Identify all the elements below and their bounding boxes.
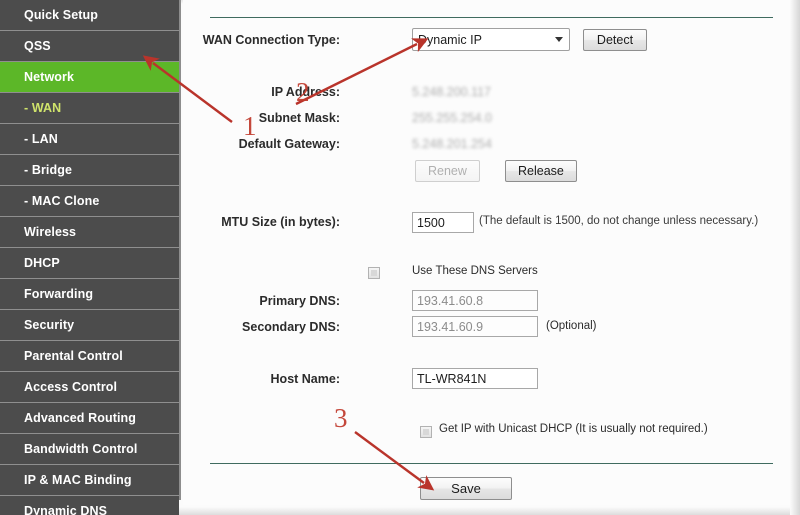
sidebar-item-label: DHCP bbox=[24, 256, 60, 270]
secondary-dns-input[interactable] bbox=[412, 316, 538, 337]
primary-dns-input[interactable] bbox=[412, 290, 538, 311]
ip-address-label: IP Address: bbox=[271, 85, 340, 99]
sidebar-item-label: Network bbox=[24, 70, 75, 84]
sidebar-item-qss[interactable]: QSS bbox=[0, 31, 179, 62]
sidebar-item-label: Dynamic DNS bbox=[24, 504, 108, 515]
sidebar-item-label: - WAN bbox=[24, 101, 62, 115]
sidebar-item-parental-control[interactable]: Parental Control bbox=[0, 341, 179, 372]
sidebar-item-label: Forwarding bbox=[24, 287, 94, 301]
sidebar-item-ip-mac-binding[interactable]: IP & MAC Binding bbox=[0, 465, 179, 496]
use-dns-servers-label: Use These DNS Servers bbox=[412, 265, 538, 277]
sidebar-item-label: Wireless bbox=[24, 225, 77, 239]
ip-address-value: 5.248.200.117 bbox=[412, 85, 492, 99]
host-name-input[interactable] bbox=[412, 368, 538, 389]
wan-connection-type-select[interactable]: Dynamic IP bbox=[412, 28, 570, 51]
secondary-dns-optional-label: (Optional) bbox=[546, 320, 597, 332]
divider-top bbox=[210, 17, 773, 18]
release-button[interactable]: Release bbox=[505, 160, 577, 182]
save-button[interactable]: Save bbox=[420, 477, 512, 500]
sidebar-item-dynamic-dns[interactable]: Dynamic DNS bbox=[0, 496, 179, 515]
sidebar-item-quick-setup[interactable]: Quick Setup bbox=[0, 0, 179, 31]
mtu-size-hint: (The default is 1500, do not change unle… bbox=[479, 215, 759, 227]
sidebar-item-label: Advanced Routing bbox=[24, 411, 137, 425]
mtu-size-input[interactable] bbox=[412, 212, 474, 233]
mtu-size-label: MTU Size (in bytes): bbox=[221, 215, 340, 229]
main-content: WAN Connection Type: Dynamic IP Detect I… bbox=[183, 0, 790, 505]
sidebar-item-bandwidth-control[interactable]: Bandwidth Control bbox=[0, 434, 179, 465]
sidebar-item-mac-clone[interactable]: - MAC Clone bbox=[0, 186, 179, 217]
host-name-label: Host Name: bbox=[270, 372, 340, 386]
sidebar-item-dhcp[interactable]: DHCP bbox=[0, 248, 179, 279]
router-admin-screenshot: Quick Setup QSS Network - WAN - LAN - Br… bbox=[0, 0, 800, 515]
sidebar-item-wireless[interactable]: Wireless bbox=[0, 217, 179, 248]
sidebar-item-bridge[interactable]: - Bridge bbox=[0, 155, 179, 186]
detect-button[interactable]: Detect bbox=[583, 29, 647, 51]
sidebar-item-forwarding[interactable]: Forwarding bbox=[0, 279, 179, 310]
sidebar-item-label: - MAC Clone bbox=[24, 194, 100, 208]
annotation-number-2: 2 bbox=[296, 77, 310, 107]
sidebar-item-label: Parental Control bbox=[24, 349, 123, 363]
sidebar-item-label: QSS bbox=[24, 39, 51, 53]
default-gateway-value: 5.248.201.254 bbox=[412, 137, 492, 151]
unicast-dhcp-label: Get IP with Unicast DHCP (It is usually … bbox=[439, 423, 708, 435]
sidebar-item-label: Bandwidth Control bbox=[24, 442, 138, 456]
sidebar-item-label: - Bridge bbox=[24, 163, 73, 177]
sidebar-item-label: Quick Setup bbox=[24, 8, 99, 22]
sidebar-item-advanced-routing[interactable]: Advanced Routing bbox=[0, 403, 179, 434]
default-gateway-label: Default Gateway: bbox=[238, 137, 340, 151]
sidebar-item-wan[interactable]: - WAN bbox=[0, 93, 179, 124]
use-dns-servers-checkbox[interactable] bbox=[368, 267, 380, 279]
sidebar-item-label: IP & MAC Binding bbox=[24, 473, 132, 487]
sidebar: Quick Setup QSS Network - WAN - LAN - Br… bbox=[0, 0, 181, 515]
sidebar-item-access-control[interactable]: Access Control bbox=[0, 372, 179, 403]
page-edge-right bbox=[790, 0, 800, 515]
wan-connection-type-select-wrap: Dynamic IP bbox=[412, 28, 570, 51]
sidebar-item-lan[interactable]: - LAN bbox=[0, 124, 179, 155]
subnet-mask-label: Subnet Mask: bbox=[258, 111, 340, 125]
primary-dns-label: Primary DNS: bbox=[259, 294, 340, 308]
subnet-mask-value: 255.255.254.0 bbox=[412, 111, 492, 125]
annotation-number-1: 1 bbox=[243, 111, 257, 141]
sidebar-item-label: Security bbox=[24, 318, 75, 332]
sidebar-item-network[interactable]: Network bbox=[0, 62, 179, 93]
unicast-dhcp-checkbox[interactable] bbox=[420, 426, 432, 438]
annotation-number-3: 3 bbox=[334, 403, 348, 433]
sidebar-item-label: - LAN bbox=[24, 132, 58, 146]
secondary-dns-label: Secondary DNS: bbox=[242, 320, 340, 334]
divider-bottom bbox=[210, 463, 773, 464]
wan-connection-type-label: WAN Connection Type: bbox=[202, 33, 340, 47]
sidebar-item-security[interactable]: Security bbox=[0, 310, 179, 341]
sidebar-nav: Quick Setup QSS Network - WAN - LAN - Br… bbox=[0, 0, 179, 515]
renew-button[interactable]: Renew bbox=[415, 160, 480, 182]
sidebar-item-label: Access Control bbox=[24, 380, 118, 394]
